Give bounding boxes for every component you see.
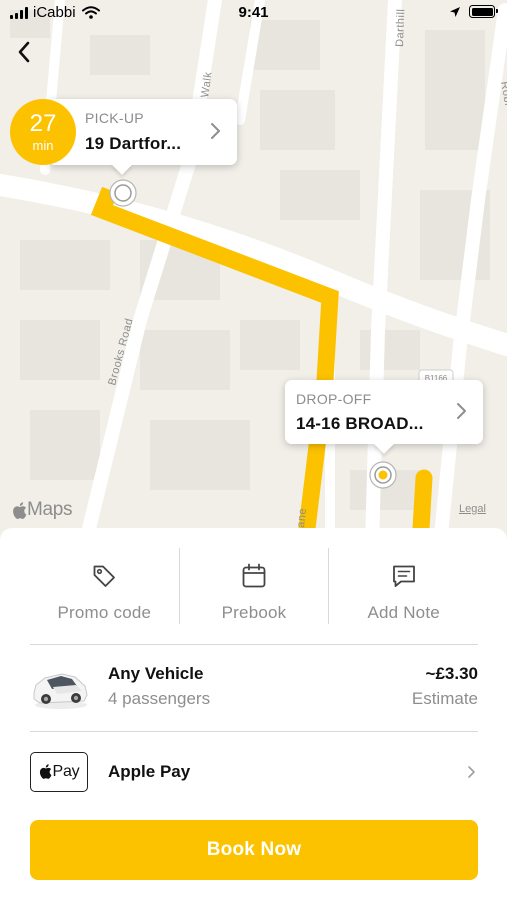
pickup-label: PICK-UP [85, 110, 144, 126]
pickup-callout[interactable]: PICK-UP 19 Dartfor... [48, 99, 237, 175]
status-bar: iCabbi 9:41 [0, 0, 507, 28]
promo-code-label: Promo code [57, 603, 152, 622]
eta-unit: min [32, 138, 54, 153]
maps-attribution: Maps [12, 499, 73, 521]
eta-badge: 27 min [10, 99, 76, 165]
prebook-button[interactable]: Prebook [180, 548, 329, 624]
dropoff-address: 14-16 BROAD... [296, 414, 424, 433]
dropoff-label: DROP-OFF [296, 391, 372, 407]
vehicle-title: Any Vehicle [108, 664, 204, 683]
booking-sheet: Promo code Prebook Add Note Any Vehicle … [0, 528, 507, 900]
dropoff-callout[interactable]: DROP-OFF 14-16 BROAD... [285, 380, 483, 454]
legal-link[interactable]: Legal [459, 503, 486, 515]
apple-pay-badge-text: Pay [52, 763, 80, 780]
fare-estimate-label: Estimate [411, 689, 478, 708]
dropoff-marker [369, 461, 397, 489]
chevron-left-icon [18, 41, 30, 63]
book-now-button[interactable]: Book Now [30, 820, 478, 880]
apple-logo-icon [39, 763, 51, 779]
calendar-icon [242, 563, 266, 588]
pickup-marker [109, 179, 137, 207]
payment-method-label: Apple Pay [108, 762, 191, 781]
status-indicators [449, 5, 498, 18]
add-note-button[interactable]: Add Note [329, 548, 478, 624]
vehicle-passengers: 4 passengers [108, 689, 211, 708]
section-divider [30, 644, 478, 645]
map-view[interactable]: Walk Darthill Brooks Road Robi ane B1166… [0, 0, 507, 545]
map-base: Walk Darthill Brooks Road Robi ane B1166 [0, 0, 507, 545]
promo-code-button[interactable]: Promo code [30, 548, 179, 624]
action-bar: Promo code Prebook Add Note [30, 548, 478, 624]
location-arrow-icon [450, 6, 460, 17]
pickup-address: 19 Dartfor... [85, 134, 182, 153]
prebook-label: Prebook [221, 603, 287, 622]
maps-label: Maps [27, 499, 73, 520]
chevron-right-icon [457, 403, 466, 419]
street-label-ane: ane [295, 507, 309, 528]
chevron-right-icon [468, 766, 475, 778]
note-icon [392, 565, 415, 587]
car-icon [33, 673, 88, 709]
chevron-right-icon [211, 123, 220, 139]
payment-row[interactable]: Pay Apple Pay [30, 744, 478, 800]
vehicle-row[interactable]: Any Vehicle 4 passengers ~£3.30 Estimate [30, 653, 478, 723]
street-label-walk: Walk [199, 71, 215, 98]
battery-icon [469, 5, 498, 18]
tag-icon [93, 565, 116, 587]
fare-price: ~£3.30 [425, 664, 478, 683]
status-time: 9:41 [238, 4, 269, 21]
eta-value: 27 [29, 110, 57, 137]
section-divider [30, 731, 478, 732]
back-button[interactable] [10, 36, 38, 68]
add-note-label: Add Note [367, 603, 440, 622]
apple-pay-badge: Pay [30, 752, 88, 792]
apple-logo-icon [13, 501, 27, 519]
